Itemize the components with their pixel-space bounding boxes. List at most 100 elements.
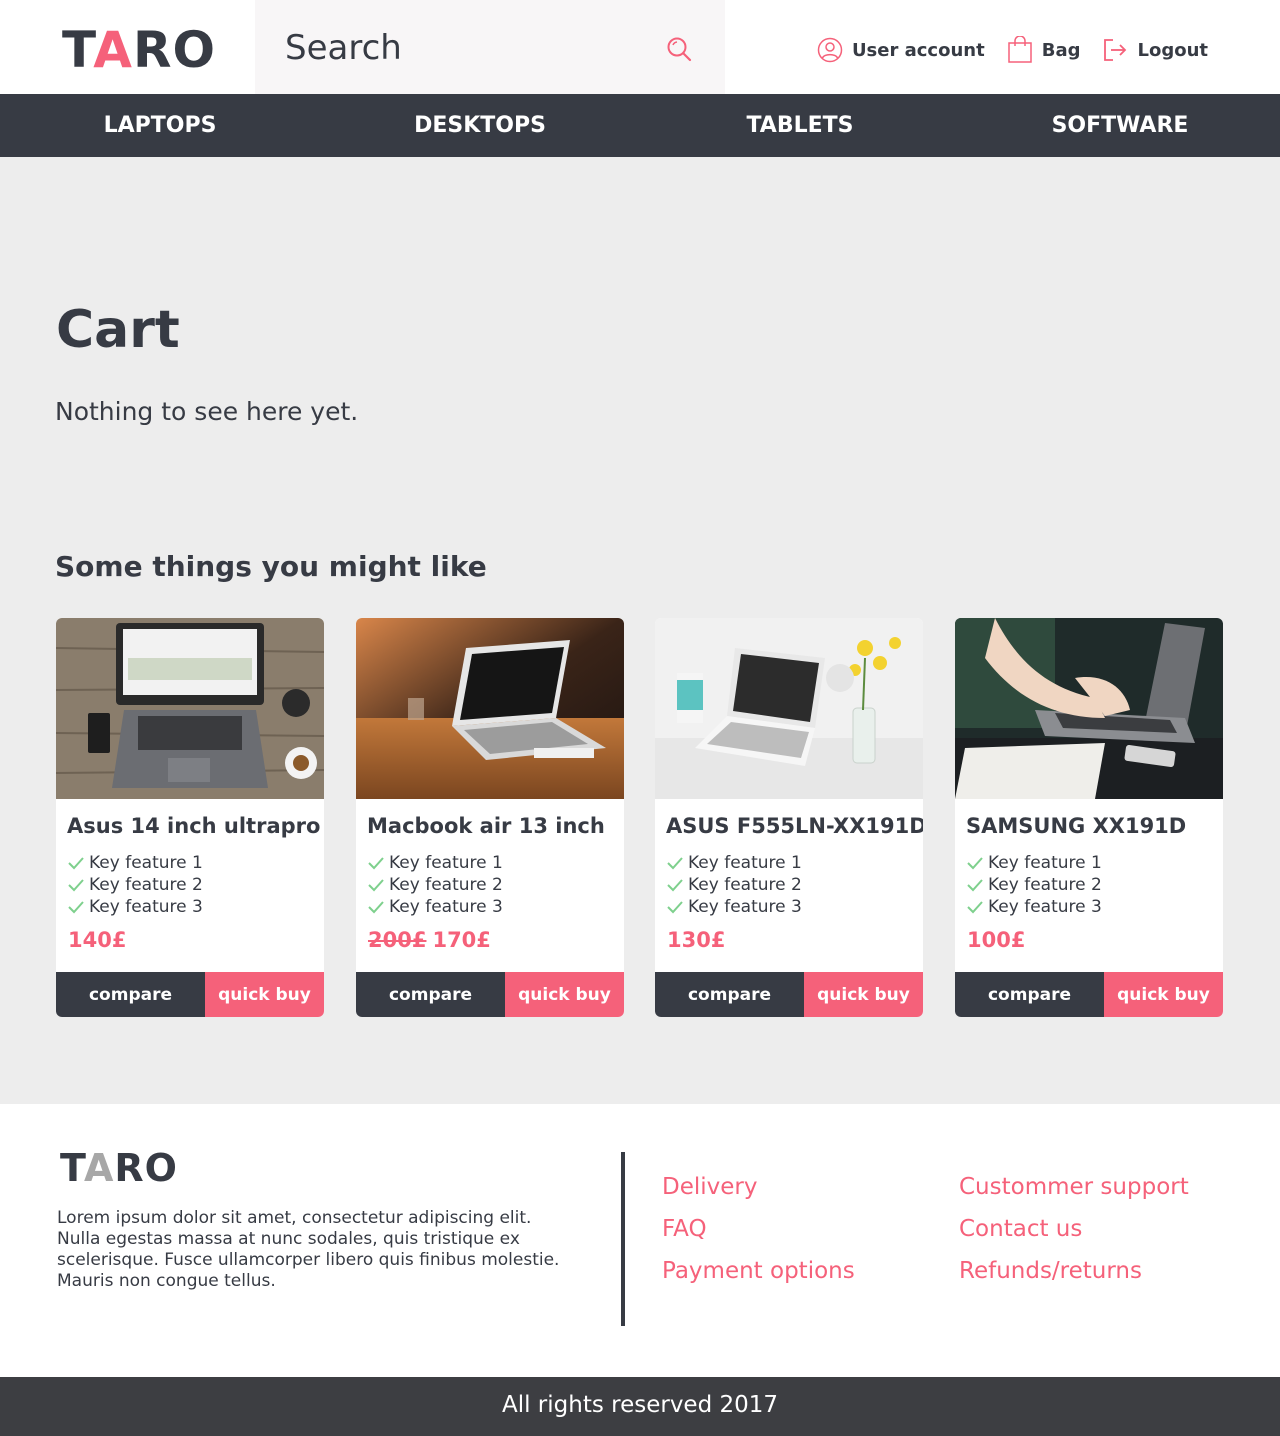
footer-links-col-2: Custommer support Contact us Refunds/ret…: [959, 1174, 1189, 1300]
site-footer: TARO Lorem ipsum dolor sit amet, consect…: [0, 1104, 1280, 1377]
old-price: 200£: [368, 928, 427, 952]
nav-item-tablets[interactable]: TABLETS: [640, 94, 960, 157]
suggestions-title: Some things you might like: [55, 550, 487, 583]
product-image-person-typing[interactable]: [955, 618, 1223, 799]
logo-letter-t: T: [60, 1146, 84, 1190]
footer-link-customer-support[interactable]: Custommer support: [959, 1174, 1189, 1216]
search-icon[interactable]: [665, 35, 695, 65]
feature-item: Key feature 3: [367, 896, 503, 918]
product-name[interactable]: ASUS F555LN-XX191D: [666, 814, 923, 838]
product-price: 130£: [667, 928, 725, 952]
logo-letters-ro: RO: [132, 21, 216, 79]
quick-buy-button[interactable]: quick buy: [505, 972, 624, 1017]
search-input[interactable]: [285, 26, 645, 70]
compare-button[interactable]: compare: [56, 972, 205, 1017]
logout-label: Logout: [1137, 39, 1208, 61]
footer-link-faq[interactable]: FAQ: [662, 1216, 855, 1258]
feature-item: Key feature 1: [67, 852, 203, 874]
current-price: 170£: [432, 928, 491, 952]
feature-item: Key feature 1: [367, 852, 503, 874]
compare-button[interactable]: compare: [655, 972, 804, 1017]
product-price: 140£: [68, 928, 126, 952]
feature-list: Key feature 1 Key feature 2 Key feature …: [666, 852, 802, 918]
feature-label: Key feature 2: [688, 875, 802, 895]
footer-link-refunds-returns[interactable]: Refunds/returns: [959, 1258, 1189, 1300]
feature-list: Key feature 1 Key feature 2 Key feature …: [367, 852, 503, 918]
logo-letters-ro: RO: [114, 1146, 178, 1190]
nav-item-desktops[interactable]: DESKTOPS: [320, 94, 640, 157]
product-card: Asus 14 inch ultrapro Key feature 1 Key …: [56, 618, 324, 1017]
copyright-bar: All rights reserved 2017: [0, 1377, 1280, 1436]
quick-buy-button[interactable]: quick buy: [804, 972, 923, 1017]
feature-item: Key feature 3: [966, 896, 1102, 918]
current-price: 130£: [667, 928, 726, 952]
product-image-white-laptop-flowers[interactable]: [655, 618, 923, 799]
footer-link-delivery[interactable]: Delivery: [662, 1174, 855, 1216]
feature-label: Key feature 1: [89, 853, 203, 873]
nav-item-laptops[interactable]: LAPTOPS: [0, 94, 320, 157]
user-account-link[interactable]: User account: [817, 37, 985, 63]
feature-item: Key feature 3: [666, 896, 802, 918]
bag-icon: [1007, 36, 1032, 63]
check-icon: [967, 901, 983, 914]
product-image-laptop-desk[interactable]: [356, 618, 624, 799]
product-name[interactable]: Asus 14 inch ultrapro: [67, 814, 320, 838]
check-icon: [667, 857, 683, 870]
card-actions: compare quick buy: [955, 972, 1223, 1017]
site-logo[interactable]: TARO: [62, 22, 216, 78]
quick-buy-button[interactable]: quick buy: [205, 972, 324, 1017]
nav-item-software[interactable]: SOFTWARE: [960, 94, 1280, 157]
product-name[interactable]: Macbook air 13 inch: [367, 814, 605, 838]
feature-item: Key feature 2: [67, 874, 203, 896]
feature-label: Key feature 2: [389, 875, 503, 895]
logo-letter-a: A: [93, 21, 133, 79]
user-account-label: User account: [851, 39, 985, 61]
feature-label: Key feature 1: [988, 853, 1102, 873]
feature-label: Key feature 3: [688, 897, 802, 917]
card-actions: compare quick buy: [655, 972, 923, 1017]
search-bar: [255, 0, 725, 94]
check-icon: [368, 879, 384, 892]
footer-logo[interactable]: TARO: [60, 1146, 178, 1190]
compare-button[interactable]: compare: [356, 972, 505, 1017]
compare-button[interactable]: compare: [955, 972, 1104, 1017]
cart-empty-message: Nothing to see here yet.: [55, 397, 359, 426]
site-header: TARO User account Bag Logout: [0, 0, 1280, 94]
main-nav: LAPTOPS DESKTOPS TABLETS SOFTWARE: [0, 94, 1280, 157]
quick-buy-button[interactable]: quick buy: [1104, 972, 1223, 1017]
feature-item: Key feature 1: [666, 852, 802, 874]
user-icon: [817, 37, 843, 63]
current-price: 100£: [967, 928, 1026, 952]
check-icon: [68, 901, 84, 914]
check-icon: [368, 857, 384, 870]
logout-link[interactable]: Logout: [1102, 37, 1208, 63]
page-title: Cart: [56, 300, 180, 360]
card-actions: compare quick buy: [56, 972, 324, 1017]
footer-link-payment-options[interactable]: Payment options: [662, 1258, 855, 1300]
feature-label: Key feature 1: [389, 853, 503, 873]
bag-link[interactable]: Bag: [1007, 36, 1080, 64]
product-price: 100£: [967, 928, 1025, 952]
footer-links-col-1: Delivery FAQ Payment options: [662, 1174, 855, 1300]
product-image-laptop-wood[interactable]: [56, 618, 324, 799]
check-icon: [667, 879, 683, 892]
feature-list: Key feature 1 Key feature 2 Key feature …: [67, 852, 203, 918]
card-actions: compare quick buy: [356, 972, 624, 1017]
feature-label: Key feature 3: [389, 897, 503, 917]
current-price: 140£: [68, 928, 127, 952]
feature-label: Key feature 2: [89, 875, 203, 895]
product-card: ASUS F555LN-XX191D Key feature 1 Key fea…: [655, 618, 923, 1017]
check-icon: [68, 857, 84, 870]
header-actions: User account Bag Logout: [795, 36, 1208, 64]
feature-label: Key feature 1: [688, 853, 802, 873]
product-price: 200£ 170£: [368, 928, 491, 952]
feature-label: Key feature 3: [988, 897, 1102, 917]
feature-label: Key feature 3: [89, 897, 203, 917]
check-icon: [368, 901, 384, 914]
logo-letter-a: A: [83, 1146, 115, 1190]
check-icon: [667, 901, 683, 914]
logout-icon: [1104, 39, 1127, 61]
footer-link-contact-us[interactable]: Contact us: [959, 1216, 1189, 1258]
feature-item: Key feature 2: [666, 874, 802, 896]
product-name[interactable]: SAMSUNG XX191D: [966, 814, 1186, 838]
